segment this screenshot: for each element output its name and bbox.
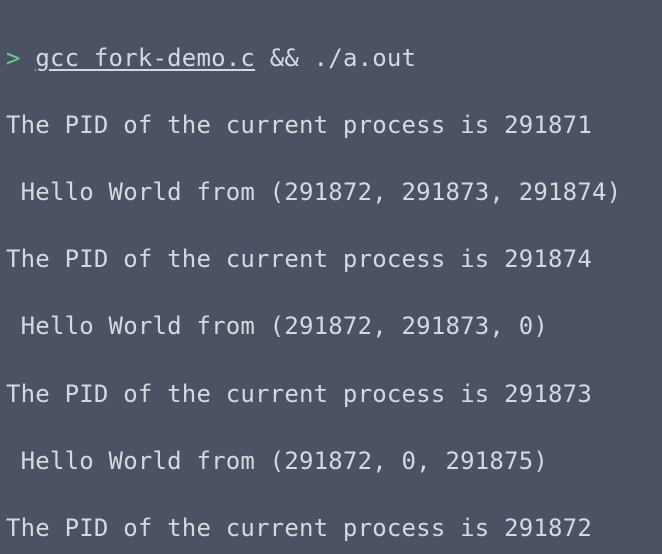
prompt-command: gcc fork-demo.c xyxy=(35,44,255,72)
output-line: Hello World from (291872, 291873, 291874… xyxy=(6,176,656,210)
prompt-rest: && ./a.out xyxy=(255,44,416,72)
output-line: The PID of the current process is 291872 xyxy=(6,512,656,546)
terminal[interactable]: > gcc fork-demo.c && ./a.out The PID of … xyxy=(0,0,662,554)
output-line: The PID of the current process is 291873 xyxy=(6,378,656,412)
output-line: The PID of the current process is 291874 xyxy=(6,243,656,277)
output-line: Hello World from (291872, 0, 291875) xyxy=(6,445,656,479)
prompt-symbol: > xyxy=(6,44,35,72)
output-line: The PID of the current process is 291871 xyxy=(6,109,656,143)
output-line: Hello World from (291872, 291873, 0) xyxy=(6,310,656,344)
prompt-line: > gcc fork-demo.c && ./a.out xyxy=(6,42,656,76)
